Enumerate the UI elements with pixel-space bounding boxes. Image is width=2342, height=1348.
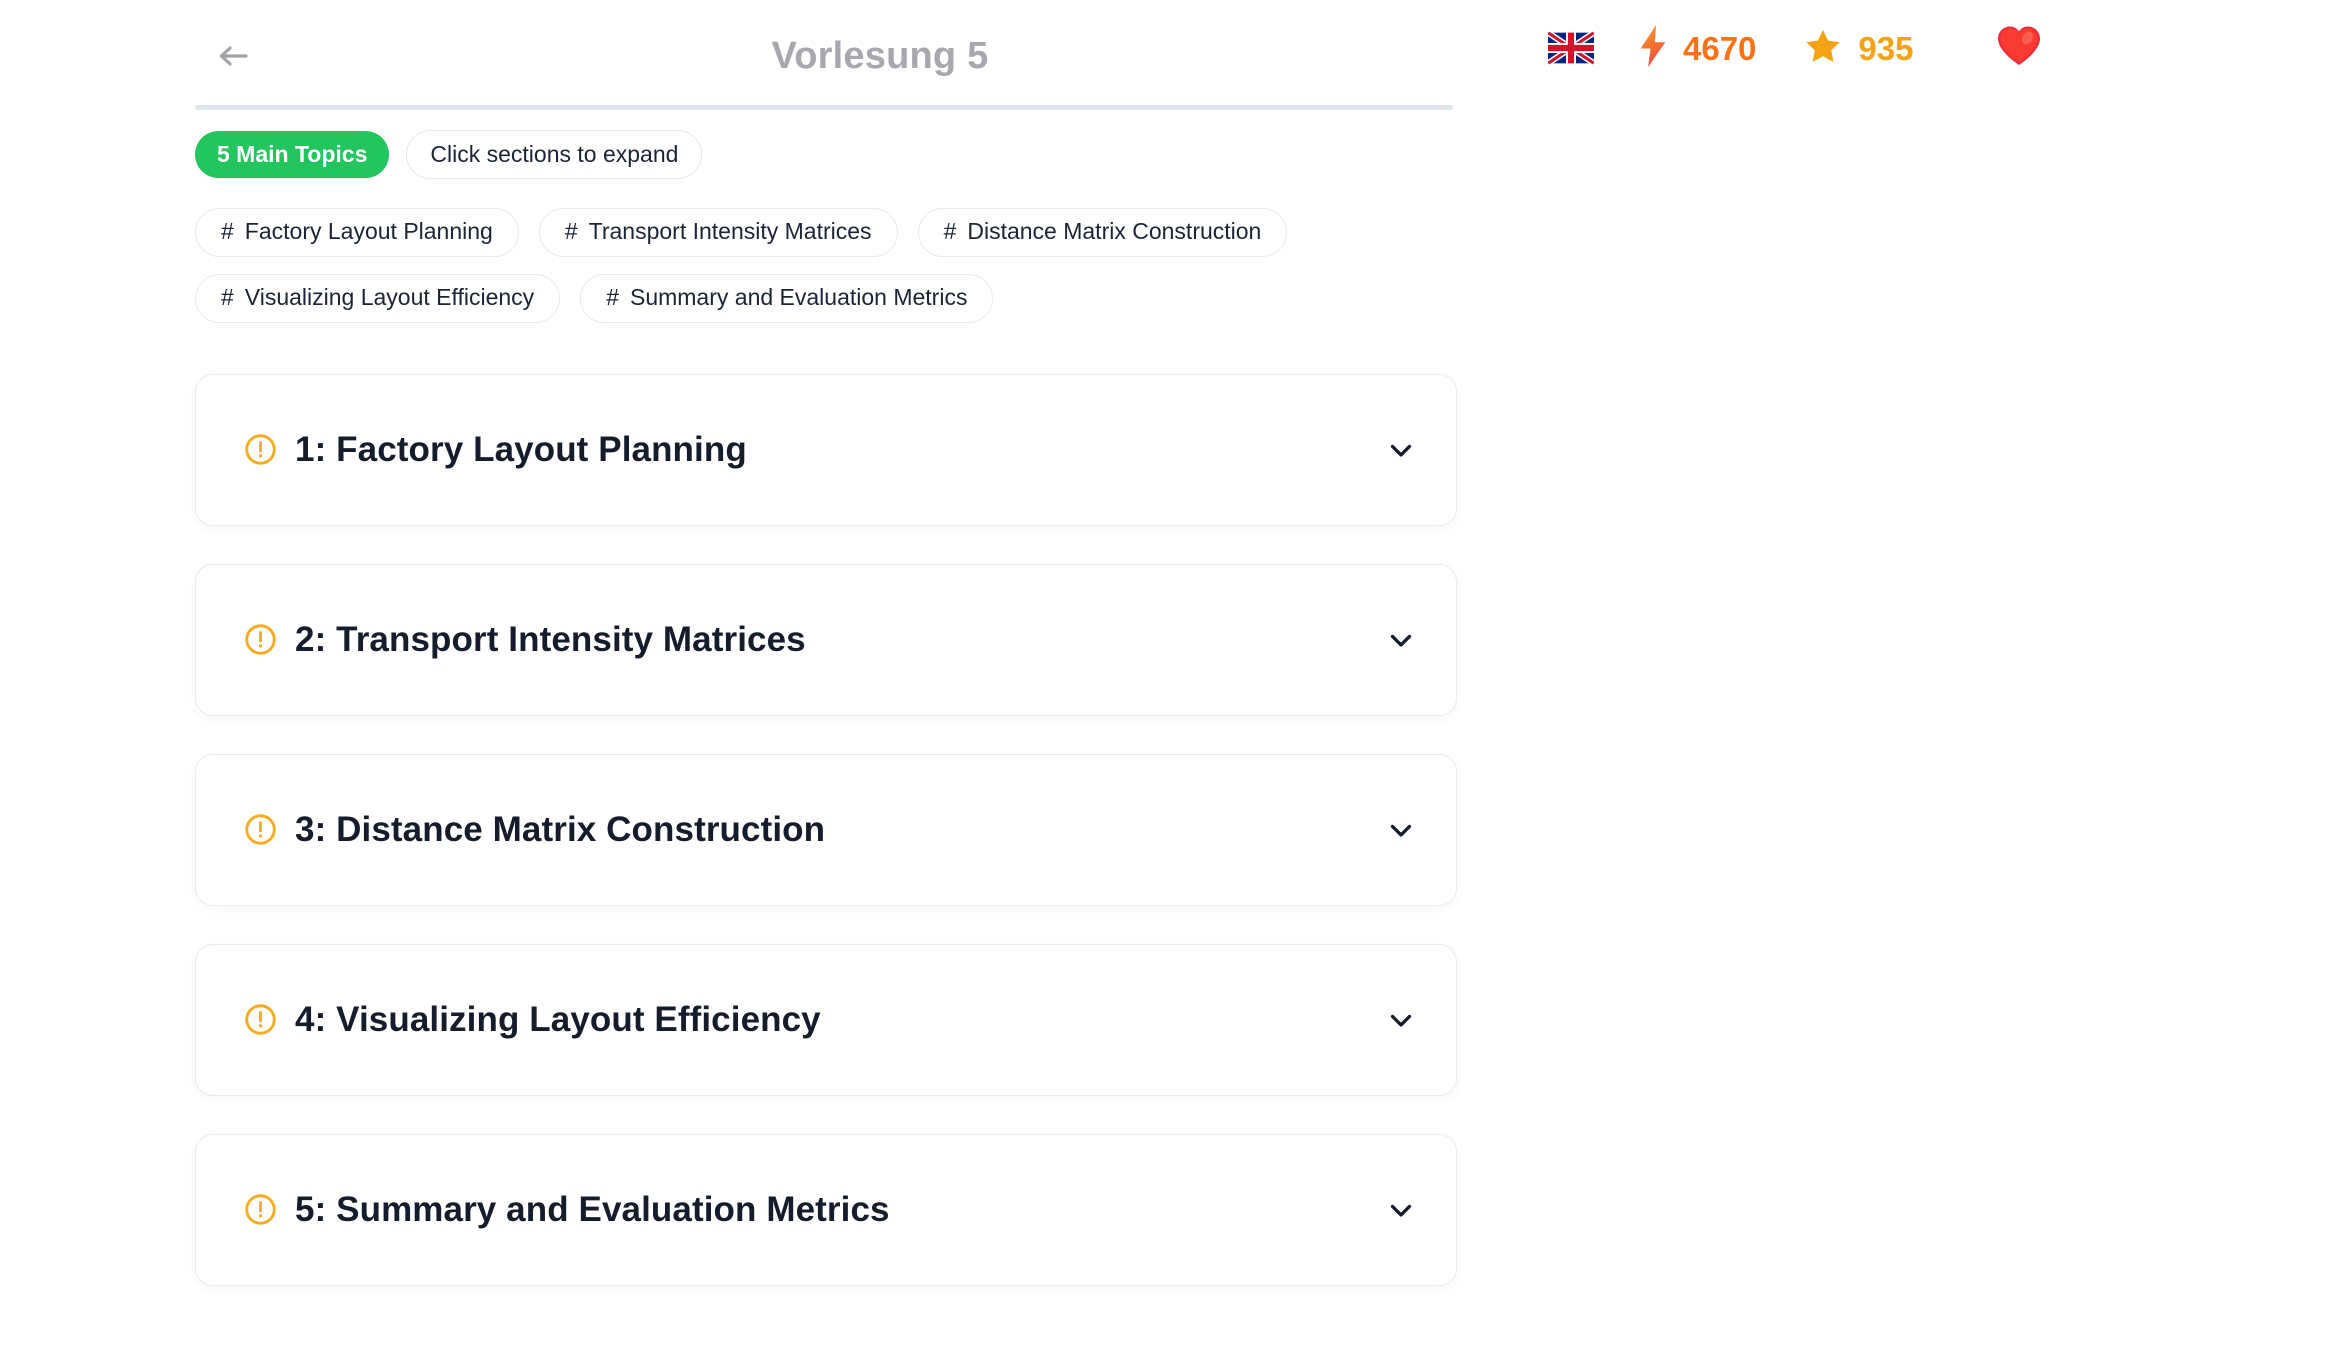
topic-tag-label: Summary and Evaluation Metrics bbox=[629, 284, 968, 311]
hash-icon: # bbox=[221, 218, 234, 245]
streak-value: 4670 bbox=[1683, 29, 1757, 67]
topic-tag[interactable]: # Transport Intensity Matrices bbox=[538, 208, 898, 258]
toolbar-row: 5 Main Topics Click sections to expand bbox=[195, 130, 1457, 180]
alert-circle-icon bbox=[244, 623, 277, 656]
chevron-down-icon[interactable] bbox=[1384, 433, 1418, 467]
chevron-down-icon[interactable] bbox=[1384, 623, 1418, 657]
section-header[interactable]: 3: Distance Matrix Construction bbox=[195, 753, 1457, 906]
lightning-bolt-icon bbox=[1638, 24, 1668, 72]
star-icon bbox=[1804, 27, 1842, 70]
section-title: 5: Summary and Evaluation Metrics bbox=[295, 1189, 890, 1229]
app-page: Vorlesung 5 4670 935 5 Main Topics Click… bbox=[0, 0, 2342, 1348]
topic-tag[interactable]: # Distance Matrix Construction bbox=[917, 208, 1288, 258]
header-divider bbox=[195, 105, 1453, 110]
hash-icon: # bbox=[943, 218, 957, 245]
topic-tag[interactable]: # Visualizing Layout Efficiency bbox=[195, 274, 561, 323]
topic-tag-label: Transport Intensity Matrices bbox=[588, 218, 872, 245]
expand-hint-button[interactable]: Click sections to expand bbox=[406, 130, 703, 180]
section-header[interactable]: 1: Factory Layout Planning bbox=[195, 373, 1457, 526]
topic-tag-list: # Factory Layout Planning # Transport In… bbox=[195, 208, 1425, 323]
hash-icon: # bbox=[564, 218, 578, 245]
topic-tag-label: Distance Matrix Construction bbox=[967, 218, 1262, 245]
hash-icon: # bbox=[221, 284, 234, 311]
stats-bar: 4670 935 bbox=[1548, 18, 2043, 78]
streak-stat: 4670 bbox=[1638, 18, 1756, 78]
heart-icon bbox=[1995, 24, 2043, 73]
section-header[interactable]: 5: Summary and Evaluation Metrics bbox=[195, 1133, 1457, 1286]
section-title: 3: Distance Matrix Construction bbox=[295, 809, 826, 849]
alert-circle-icon bbox=[244, 813, 277, 846]
section-title: 1: Factory Layout Planning bbox=[295, 429, 747, 469]
favorite-button[interactable] bbox=[1995, 18, 2043, 78]
alert-circle-icon bbox=[244, 1193, 277, 1226]
topic-tag[interactable]: # Summary and Evaluation Metrics bbox=[580, 274, 994, 323]
chevron-down-icon[interactable] bbox=[1384, 1003, 1418, 1037]
hash-icon: # bbox=[606, 284, 619, 311]
section-header[interactable]: 2: Transport Intensity Matrices bbox=[195, 563, 1457, 716]
arrow-left-icon bbox=[216, 41, 250, 71]
back-button[interactable] bbox=[206, 33, 260, 79]
chevron-down-icon[interactable] bbox=[1384, 1193, 1418, 1227]
alert-circle-icon bbox=[244, 433, 277, 466]
section-title: 4: Visualizing Layout Efficiency bbox=[295, 999, 821, 1039]
topics-count-badge[interactable]: 5 Main Topics bbox=[195, 131, 390, 179]
topic-tag-label: Visualizing Layout Efficiency bbox=[244, 284, 535, 311]
section-title: 2: Transport Intensity Matrices bbox=[295, 619, 806, 659]
page-title: Vorlesung 5 bbox=[771, 35, 989, 77]
chevron-down-icon[interactable] bbox=[1384, 813, 1418, 847]
content-area: 5 Main Topics Click sections to expand #… bbox=[195, 130, 1457, 1286]
topic-tag-label: Factory Layout Planning bbox=[244, 218, 493, 245]
page-header: Vorlesung 5 4670 935 bbox=[0, 0, 2342, 110]
points-stat: 935 bbox=[1804, 18, 1913, 78]
topic-tag[interactable]: # Factory Layout Planning bbox=[195, 208, 519, 258]
points-value: 935 bbox=[1858, 29, 1914, 67]
alert-circle-icon bbox=[244, 1003, 277, 1036]
section-header[interactable]: 4: Visualizing Layout Efficiency bbox=[195, 943, 1457, 1096]
uk-flag-icon bbox=[1548, 31, 1594, 65]
sections-accordion: 1: Factory Layout Planning 2: Transport … bbox=[195, 373, 1457, 1286]
